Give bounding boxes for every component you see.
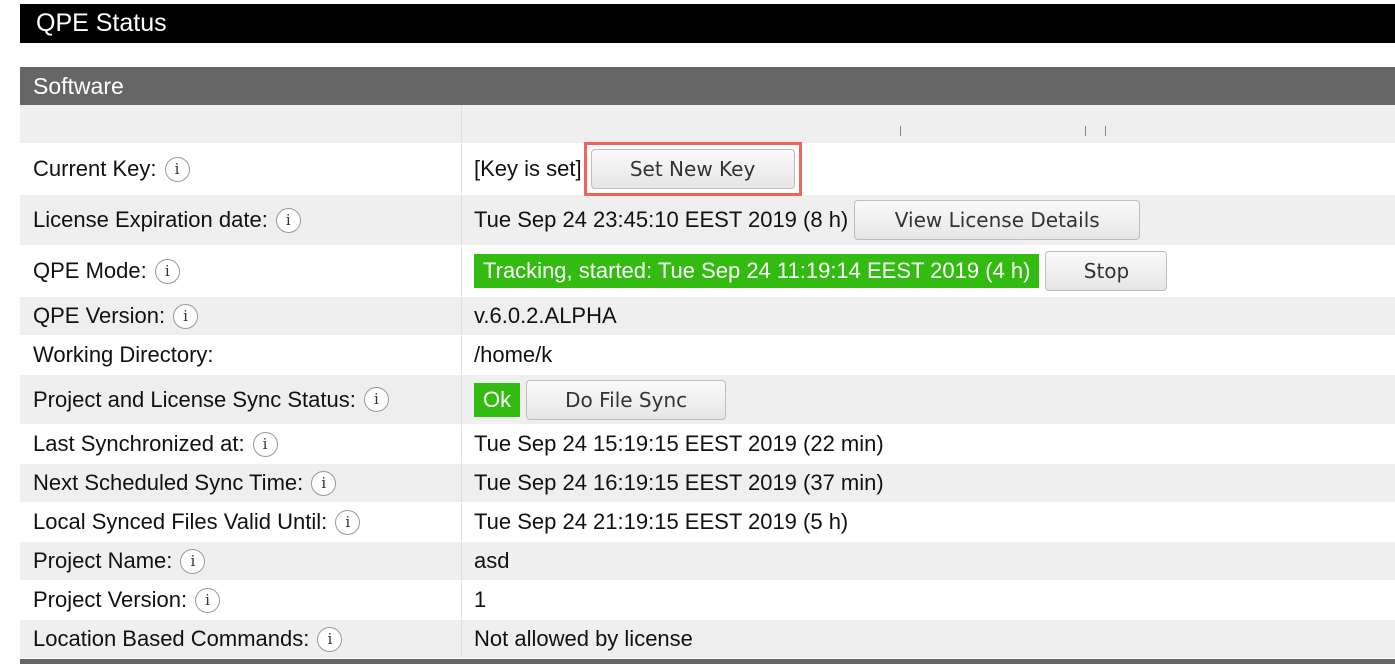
table-row-sync-status: Project and License Sync Status: i Ok Do… — [20, 375, 1395, 425]
row-label: QPE Mode: i — [20, 246, 462, 296]
qpe-status-page: QPE Status Software Current Key: i [Key … — [0, 0, 1395, 664]
location-based-commands-value: Not allowed by license — [474, 626, 693, 651]
row-value: Not allowed by license — [462, 620, 1395, 658]
row-value: Tue Sep 24 15:19:15 EEST 2019 (22 min) — [462, 425, 1395, 463]
set-new-key-highlight: Set New Key — [583, 142, 802, 196]
table-row-qpe-version: QPE Version: i v.6.0.2.ALPHA — [20, 297, 1395, 336]
working-directory-value: /home/k — [474, 342, 553, 367]
row-value: /home/k — [462, 336, 1395, 374]
table-row-project-version: Project Version: i 1 — [20, 581, 1395, 620]
info-icon[interactable]: i — [311, 470, 337, 496]
info-icon[interactable]: i — [173, 303, 199, 329]
table-row-last-synchronized: Last Synchronized at: i Tue Sep 24 15:19… — [20, 425, 1395, 464]
table-row-license-expiration: License Expiration date: i Tue Sep 24 23… — [20, 195, 1395, 246]
working-directory-label: Working Directory: — [33, 342, 214, 367]
row-value: Ok Do File Sync — [462, 375, 1395, 424]
table-cell-label — [20, 105, 462, 143]
table-row-working-directory: Working Directory: /home/k — [20, 336, 1395, 375]
row-label: Project and License Sync Status: i — [20, 375, 462, 424]
view-license-details-button[interactable]: View License Details — [854, 200, 1141, 240]
qpe-version-value: v.6.0.2.ALPHA — [474, 303, 617, 328]
table-row-local-synced-files: Local Synced Files Valid Until: i Tue Se… — [20, 503, 1395, 542]
qpe-mode-status-badge: Tracking, started: Tue Sep 24 11:19:14 E… — [474, 254, 1040, 288]
row-label: Current Key: i — [20, 144, 462, 194]
project-version-value: 1 — [474, 587, 487, 612]
row-value: asd — [462, 542, 1395, 580]
table-row-qpe-mode: QPE Mode: i Tracking, started: Tue Sep 2… — [20, 246, 1395, 297]
info-icon[interactable]: i — [164, 156, 190, 182]
next-scheduled-sync-value: Tue Sep 24 16:19:15 EEST 2019 (37 min) — [474, 470, 884, 495]
cropped-text-fragment — [900, 126, 901, 136]
stop-button[interactable]: Stop — [1045, 251, 1168, 291]
row-label: Project Name: i — [20, 542, 462, 580]
row-label: Project Version: i — [20, 581, 462, 619]
location-based-commands-label: Location Based Commands: — [33, 626, 310, 651]
project-name-label: Project Name: — [33, 548, 173, 573]
section-footer-bar — [20, 659, 1395, 664]
next-scheduled-sync-label: Next Scheduled Sync Time: — [33, 470, 304, 495]
table-row-location-based-commands: Location Based Commands: i Not allowed b… — [20, 620, 1395, 659]
local-synced-files-value: Tue Sep 24 21:19:15 EEST 2019 (5 h) — [474, 509, 849, 534]
row-value: Tue Sep 24 16:19:15 EEST 2019 (37 min) — [462, 464, 1395, 502]
qpe-mode-label: QPE Mode: — [33, 258, 147, 283]
info-icon[interactable]: i — [252, 431, 278, 457]
table-row-project-name: Project Name: i asd — [20, 542, 1395, 581]
table-row-next-scheduled-sync: Next Scheduled Sync Time: i Tue Sep 24 1… — [20, 464, 1395, 503]
row-label: Next Scheduled Sync Time: i — [20, 464, 462, 502]
row-value: Tue Sep 24 21:19:15 EEST 2019 (5 h) — [462, 503, 1395, 541]
row-label: Working Directory: — [20, 336, 462, 374]
qpe-version-label: QPE Version: — [33, 303, 166, 328]
cropped-text-fragment — [1105, 126, 1106, 136]
info-icon[interactable]: i — [195, 587, 221, 613]
cropped-text-fragment — [1085, 126, 1086, 136]
do-file-sync-button[interactable]: Do File Sync — [526, 379, 727, 420]
project-name-value: asd — [474, 548, 510, 573]
row-label: Location Based Commands: i — [20, 620, 462, 658]
row-value: Tue Sep 24 23:45:10 EEST 2019 (8 h) View… — [462, 195, 1395, 245]
license-expiration-label: License Expiration date: — [33, 207, 268, 232]
local-synced-files-label: Local Synced Files Valid Until: — [33, 509, 328, 534]
last-synchronized-value: Tue Sep 24 15:19:15 EEST 2019 (22 min) — [474, 431, 884, 456]
info-icon[interactable]: i — [275, 207, 301, 233]
info-icon[interactable]: i — [180, 548, 206, 574]
row-label: Local Synced Files Valid Until: i — [20, 503, 462, 541]
sync-status-label: Project and License Sync Status: — [33, 386, 356, 412]
set-new-key-button[interactable]: Set New Key — [590, 149, 795, 189]
row-value: [Key is set] Set New Key — [462, 142, 1395, 196]
page-title: QPE Status — [20, 4, 1395, 43]
info-icon[interactable]: i — [335, 509, 361, 535]
info-icon[interactable]: i — [317, 626, 343, 652]
project-version-label: Project Version: — [33, 587, 188, 612]
current-key-label: Current Key: — [33, 156, 157, 181]
table-row-current-key: Current Key: i [Key is set] Set New Key — [20, 142, 1395, 196]
last-synchronized-label: Last Synchronized at: — [33, 431, 245, 456]
row-value: v.6.0.2.ALPHA — [462, 297, 1395, 335]
current-key-value: [Key is set] — [474, 156, 582, 181]
section-header-software: Software — [20, 67, 1395, 105]
info-icon[interactable]: i — [154, 258, 180, 284]
info-icon[interactable]: i — [363, 387, 389, 412]
row-label: Last Synchronized at: i — [20, 425, 462, 463]
software-status-table: Current Key: i [Key is set] Set New Key … — [20, 105, 1395, 659]
table-cell-value — [462, 105, 1395, 143]
license-expiration-value: Tue Sep 24 23:45:10 EEST 2019 (8 h) — [474, 207, 849, 232]
row-value: 1 — [462, 581, 1395, 619]
sync-status-badge: Ok — [474, 382, 521, 417]
table-row-partial — [20, 105, 1395, 144]
row-label: License Expiration date: i — [20, 195, 462, 245]
row-label: QPE Version: i — [20, 297, 462, 335]
row-value: Tracking, started: Tue Sep 24 11:19:14 E… — [462, 246, 1395, 296]
